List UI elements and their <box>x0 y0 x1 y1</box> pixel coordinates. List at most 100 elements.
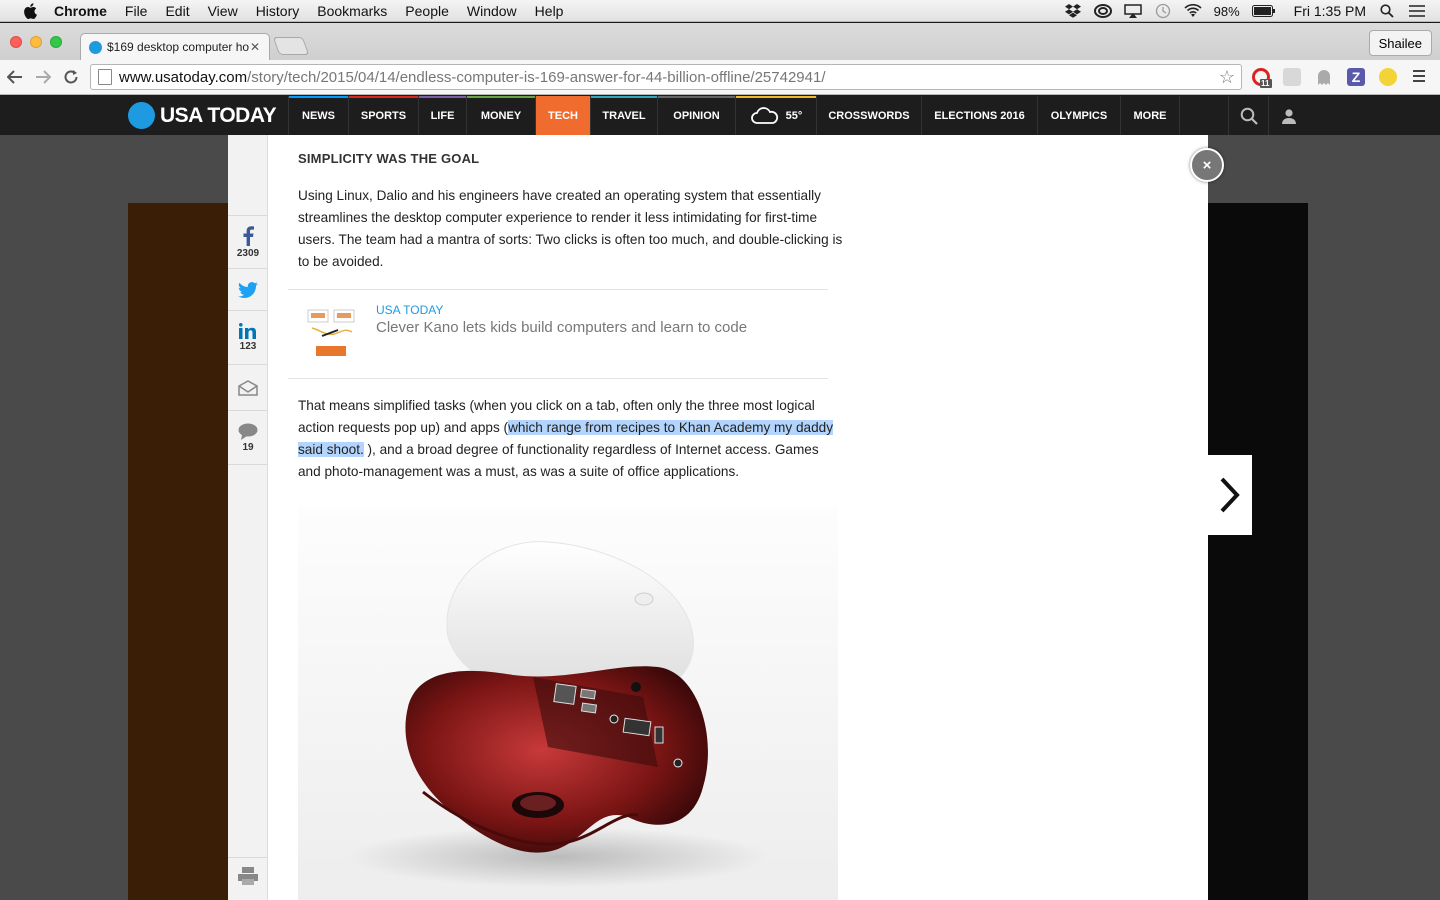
menu-help[interactable]: Help <box>535 3 564 19</box>
menu-edit[interactable]: Edit <box>165 3 189 19</box>
cloud-icon <box>750 106 778 124</box>
next-article-button[interactable] <box>1208 455 1252 535</box>
airplay-icon[interactable] <box>1123 4 1142 18</box>
kano-thumbnail-image <box>307 309 355 356</box>
spotlight-icon[interactable] <box>1378 4 1396 18</box>
related-source: USA TODAY <box>376 303 444 317</box>
pocket-extension-icon[interactable] <box>1283 68 1301 86</box>
minimize-window-button[interactable] <box>30 36 42 48</box>
linkedin-share-button[interactable]: 123 <box>228 311 268 365</box>
article-paragraph: Using Linux, Dalio and his engineers hav… <box>298 188 843 269</box>
linkedin-icon <box>239 323 256 339</box>
logo-text: USA TODAY <box>160 103 277 127</box>
user-account-icon[interactable] <box>1268 96 1308 135</box>
paragraph-text: ), and a broad degree of functionality r… <box>298 442 819 479</box>
chrome-menu-icon[interactable] <box>1411 68 1429 86</box>
forward-icon[interactable] <box>33 67 53 87</box>
related-story-card[interactable]: USA TODAY Clever Kano lets kids build co… <box>288 289 828 379</box>
nav-accent-bar <box>736 96 816 98</box>
back-icon[interactable] <box>5 67 25 87</box>
nav-weather[interactable]: 55° <box>735 96 816 135</box>
print-button[interactable] <box>228 857 268 893</box>
usatoday-favicon-icon <box>89 40 102 54</box>
apple-icon[interactable] <box>20 2 40 19</box>
article-overlay: 2309 123 19 × SIMPLICITY WAS THE GOAL Us… <box>228 135 1224 900</box>
section-heading: SIMPLICITY WAS THE GOAL <box>298 151 480 166</box>
nav-accent-bar <box>467 96 535 98</box>
usatoday-logo[interactable]: USA TODAY <box>128 102 277 129</box>
creative-cloud-icon[interactable] <box>1093 4 1112 18</box>
opera-extension-icon[interactable]: 11 <box>1252 68 1272 88</box>
article-paragraph-2: That means simplified tasks (when you cl… <box>298 395 843 483</box>
tab-close-icon[interactable]: ✕ <box>249 40 261 54</box>
reload-icon[interactable] <box>61 67 81 87</box>
nav-accent-bar <box>591 96 657 98</box>
logo-dot-icon <box>128 102 155 129</box>
nav-more[interactable]: MORE <box>1120 96 1180 135</box>
nav-accent-bar <box>419 96 466 98</box>
share-rail: 2309 123 19 <box>228 135 268 900</box>
linkedin-count: 123 <box>239 341 257 352</box>
facebook-count: 2309 <box>236 247 260 259</box>
profile-button[interactable]: Shailee <box>1368 30 1432 56</box>
email-share-button[interactable] <box>228 365 268 411</box>
facebook-share-button[interactable]: 2309 <box>228 215 268 269</box>
nav-accent-bar <box>349 96 418 98</box>
nav-life[interactable]: LIFE <box>418 96 466 135</box>
nav-sports[interactable]: SPORTS <box>348 96 418 135</box>
menu-history[interactable]: History <box>256 3 300 19</box>
menu-bookmarks[interactable]: Bookmarks <box>317 3 387 19</box>
page-icon <box>98 69 112 85</box>
close-window-button[interactable] <box>10 36 22 48</box>
nav-news[interactable]: NEWS <box>288 96 348 135</box>
wifi-icon[interactable] <box>1184 4 1202 18</box>
menu-window[interactable]: Window <box>467 3 517 19</box>
zotero-extension-icon[interactable]: Z <box>1347 68 1365 86</box>
ghostery-extension-icon[interactable] <box>1315 68 1333 86</box>
nav-travel[interactable]: TRAVEL <box>590 96 657 135</box>
site-search-icon[interactable] <box>1228 96 1268 135</box>
chevron-right-icon <box>1220 477 1240 513</box>
endless-computer-image <box>348 541 768 887</box>
comment-bubble-icon <box>238 423 258 440</box>
site-navigation: USA TODAY NEWS SPORTS LIFE MONEY TECH TR… <box>0 96 1440 135</box>
twitter-share-button[interactable] <box>228 269 268 311</box>
comments-count: 19 <box>242 441 254 453</box>
dropbox-icon[interactable] <box>1064 4 1082 18</box>
url-host: www.usatoday.com <box>119 68 248 86</box>
endless-computer-photo <box>298 507 838 900</box>
close-overlay-button[interactable]: × <box>1190 148 1224 182</box>
extension-badge: 11 <box>1261 79 1270 88</box>
tab-title: $169 desktop computer ho <box>107 40 249 54</box>
weather-extension-icon[interactable] <box>1379 68 1397 86</box>
browser-tab-active[interactable]: $169 desktop computer ho ✕ <box>80 33 270 60</box>
time-machine-icon[interactable] <box>1154 3 1172 19</box>
menubar-clock[interactable]: Fri 1:35 PM <box>1294 3 1366 19</box>
nav-crosswords[interactable]: CROSSWORDS <box>816 96 921 135</box>
comments-button[interactable]: 19 <box>228 411 268 465</box>
nav-olympics[interactable]: OLYMPICS <box>1037 96 1120 135</box>
browser-tab-strip: $169 desktop computer ho ✕ Shailee <box>0 23 1440 60</box>
menu-people[interactable]: People <box>405 3 449 19</box>
menu-file[interactable]: File <box>125 3 148 19</box>
nav-accent-bar <box>658 96 735 98</box>
new-tab-button[interactable] <box>272 37 310 55</box>
bookmark-star-icon[interactable]: ☆ <box>1219 67 1235 88</box>
email-icon <box>238 379 258 396</box>
nav-opinion[interactable]: OPINION <box>657 96 735 135</box>
twitter-icon <box>238 281 258 298</box>
battery-icon[interactable] <box>1251 4 1276 18</box>
background-panel-right <box>1208 203 1308 900</box>
nav-accent-bar <box>289 96 348 98</box>
nav-money[interactable]: MONEY <box>466 96 535 135</box>
notification-center-icon[interactable] <box>1408 4 1426 18</box>
related-title[interactable]: Clever Kano lets kids build computers an… <box>376 319 747 336</box>
zoom-window-button[interactable] <box>50 36 62 48</box>
weather-temp: 55° <box>785 109 803 122</box>
menu-app-name[interactable]: Chrome <box>54 3 107 19</box>
menu-view[interactable]: View <box>208 3 238 19</box>
nav-elections-2016[interactable]: ELECTIONS 2016 <box>921 96 1037 135</box>
nav-tech[interactable]: TECH <box>535 96 590 135</box>
address-bar[interactable]: www.usatoday.com/story/tech/2015/04/14/e… <box>90 64 1242 90</box>
macos-menu-bar: Chrome File Edit View History Bookmarks … <box>0 0 1440 22</box>
